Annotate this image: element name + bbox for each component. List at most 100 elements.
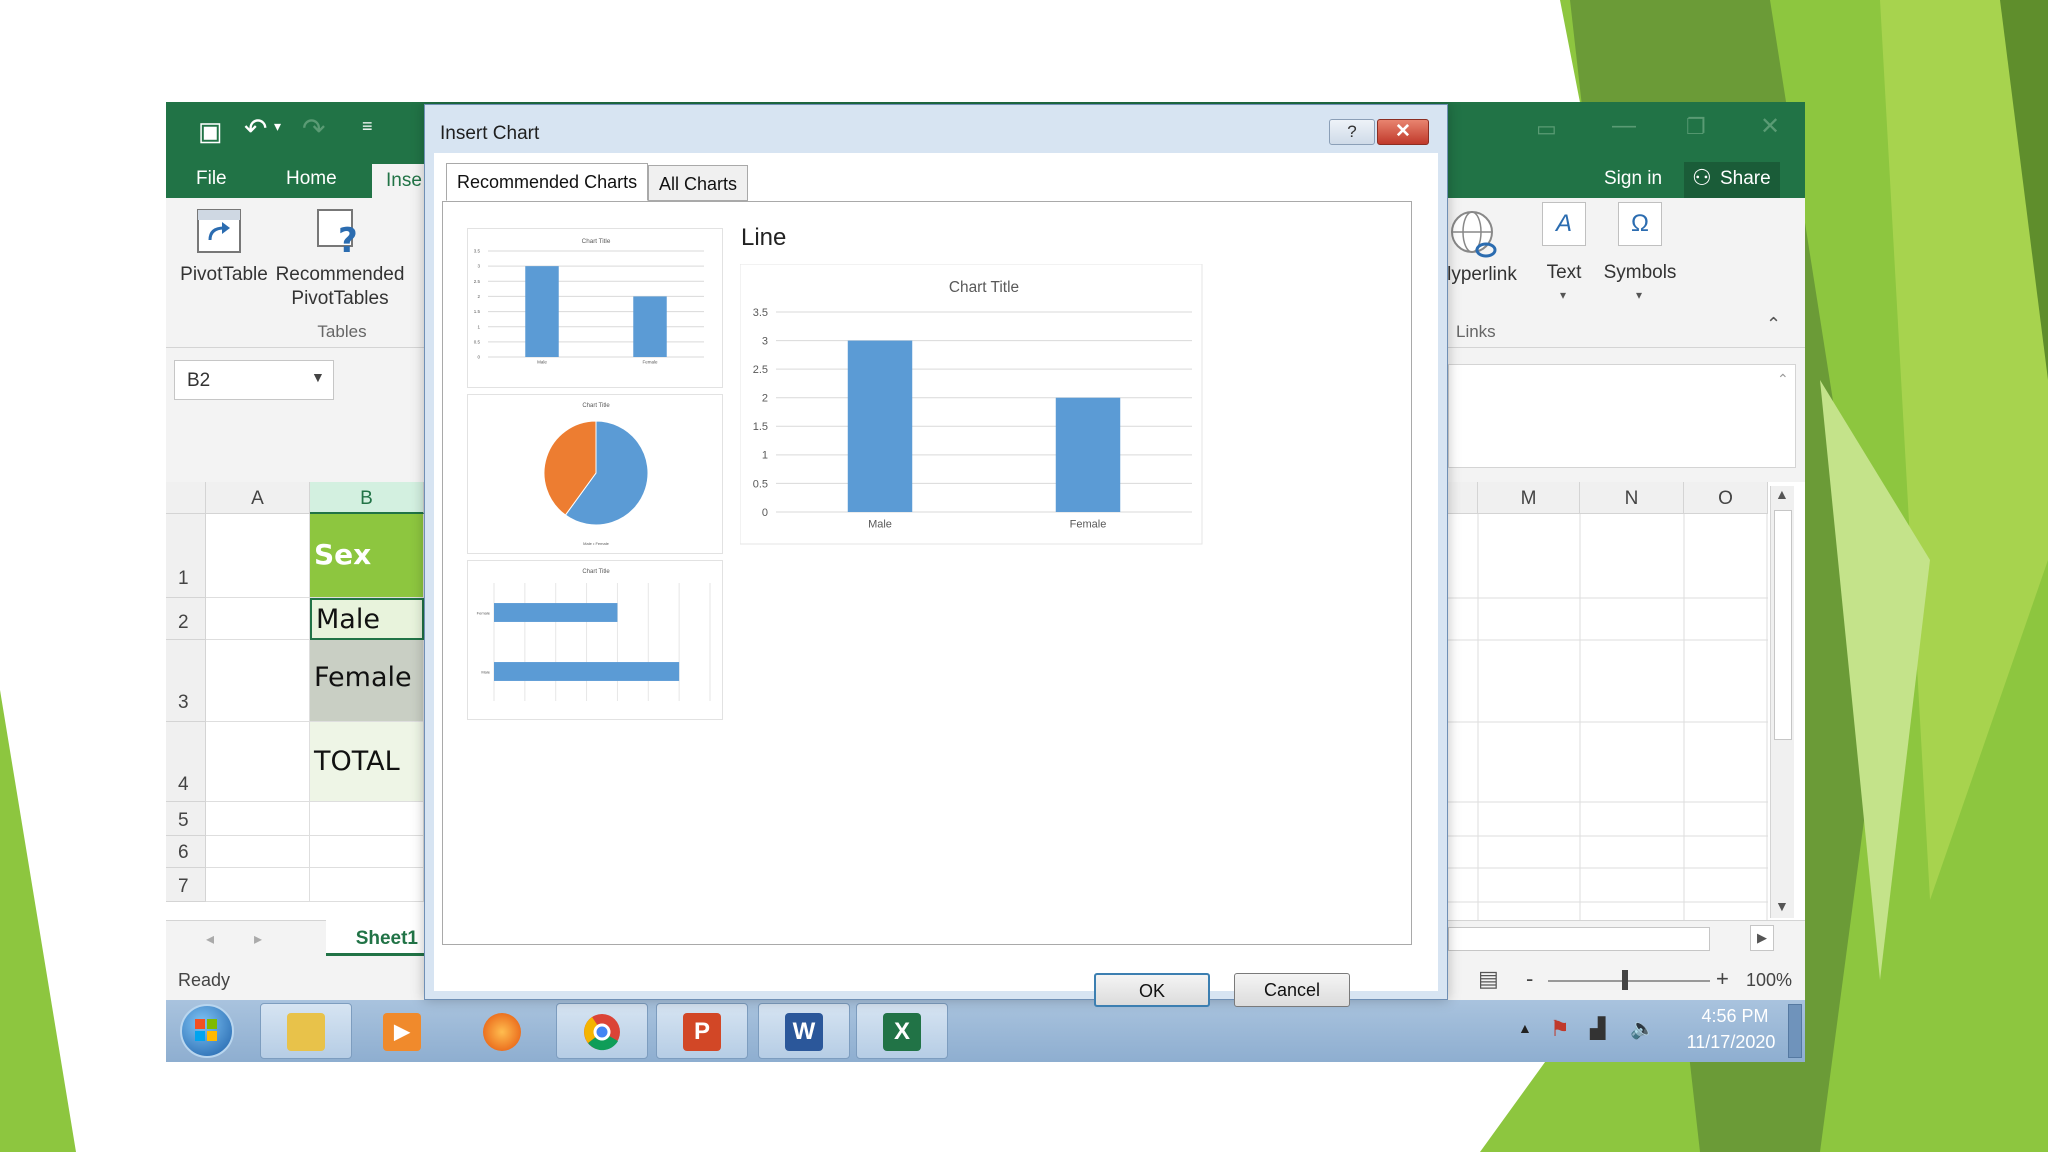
scroll-right-icon[interactable]: ▶	[1750, 925, 1774, 951]
customize-toolbar-icon[interactable]: ≡	[362, 116, 373, 137]
cell-a4[interactable]	[206, 722, 310, 802]
close-window-icon[interactable]: ✕	[1760, 112, 1780, 141]
show-hidden-icons-icon[interactable]: ▲	[1518, 1020, 1532, 1036]
save-icon[interactable]: ▣	[198, 116, 223, 147]
name-box-dropdown-icon[interactable]: ▼	[311, 369, 325, 385]
pivottable-button[interactable]: PivotTable	[176, 264, 272, 286]
cell-a1[interactable]	[206, 514, 310, 598]
preview-chart-type: Line	[741, 224, 787, 251]
clock-time[interactable]: 4:56 PM	[1686, 1006, 1784, 1027]
taskbar-powerpoint[interactable]: P	[656, 1003, 748, 1059]
column-header-b[interactable]: B	[310, 482, 424, 514]
help-icon[interactable]: ?	[1329, 119, 1375, 145]
scroll-down-icon[interactable]: ▼	[1775, 898, 1789, 914]
row-header-6[interactable]: 6	[166, 836, 206, 868]
ribbon-display-icon[interactable]: ▭	[1536, 116, 1557, 142]
cell-b7[interactable]	[310, 868, 424, 902]
cell-a3[interactable]	[206, 640, 310, 722]
firefox-icon	[483, 1013, 521, 1051]
zoom-level[interactable]: 100%	[1746, 970, 1792, 991]
column-header-o[interactable]: O	[1684, 482, 1768, 514]
select-all-corner[interactable]	[166, 482, 206, 514]
minimize-icon[interactable]: —	[1612, 112, 1636, 140]
restore-icon[interactable]: ❐	[1686, 114, 1706, 140]
column-header-n[interactable]: N	[1580, 482, 1684, 514]
row-header-5[interactable]: 5	[166, 802, 206, 836]
zoom-out-button[interactable]: -	[1526, 966, 1533, 992]
scrollbar-thumb[interactable]	[1774, 510, 1792, 740]
close-icon[interactable]: ✕	[1377, 119, 1429, 145]
cell-a5[interactable]	[206, 802, 310, 836]
cell-b6[interactable]	[310, 836, 424, 868]
zoom-slider-thumb[interactable]	[1622, 970, 1628, 990]
powerpoint-icon: P	[683, 1013, 721, 1051]
name-box[interactable]: B2 ▼	[174, 360, 334, 400]
recommended-pivottables-button[interactable]: Recommended PivotTables	[272, 264, 408, 310]
sign-in-link[interactable]: Sign in	[1604, 168, 1662, 190]
hyperlink-button[interactable]: lyperlink	[1442, 264, 1522, 286]
cell-a7[interactable]	[206, 868, 310, 902]
action-center-flag-icon[interactable]: ⚑	[1550, 1016, 1570, 1042]
zoom-in-button[interactable]: +	[1716, 966, 1729, 992]
cell-b4[interactable]: TOTAL	[310, 722, 424, 802]
thumbnail-clustered-bar[interactable]: Chart Title Female Male	[467, 560, 723, 720]
cell-b1[interactable]: Sex	[310, 514, 424, 598]
thumb3-bar	[494, 603, 618, 622]
dialog-body: Recommended Charts All Charts Chart Titl…	[434, 153, 1438, 1007]
zoom-slider-track[interactable]	[1548, 980, 1710, 982]
page-layout-view-icon[interactable]: ▤	[1478, 966, 1499, 992]
cell-b5[interactable]	[310, 802, 424, 836]
taskbar-file-explorer[interactable]	[260, 1003, 352, 1059]
thumb1-ytick-label: 0.5	[474, 339, 481, 344]
row-header-7[interactable]: 7	[166, 868, 206, 902]
cancel-button[interactable]: Cancel	[1234, 973, 1350, 1007]
show-desktop-button[interactable]	[1788, 1004, 1802, 1058]
horizontal-scrollbar[interactable]	[1448, 927, 1710, 951]
thumbnail-clustered-column[interactable]: Chart Title 0 0.5 1 1.5 2 2.5 3 3.5 Male Female	[467, 228, 723, 388]
sheet-prev-icon[interactable]: ◂	[206, 929, 214, 949]
taskbar-word[interactable]: W	[758, 1003, 850, 1059]
taskbar-excel[interactable]: X	[856, 1003, 948, 1059]
taskbar-chrome[interactable]	[556, 1003, 648, 1059]
row-header-3[interactable]: 3	[166, 640, 206, 722]
sheet-tab-sheet1[interactable]: Sheet1	[326, 920, 424, 956]
start-button[interactable]	[180, 1004, 234, 1058]
taskbar-media-player[interactable]: ▶	[356, 1003, 448, 1059]
tab-file[interactable]: File	[196, 168, 227, 190]
column-header-l[interactable]	[1448, 482, 1478, 514]
row-header-2[interactable]: 2	[166, 598, 206, 640]
redo-icon[interactable]: ↷	[302, 112, 325, 145]
recommended-pivottables-icon: ?	[317, 209, 358, 254]
cell-a6[interactable]	[206, 836, 310, 868]
tab-all-charts[interactable]: All Charts	[648, 165, 749, 201]
text-button[interactable]: Text	[1536, 262, 1592, 284]
collapse-ribbon-icon[interactable]: ⌃	[1766, 314, 1781, 335]
tab-recommended-charts[interactable]: Recommended Charts	[446, 163, 649, 201]
formula-input[interactable]: ⌃	[1448, 364, 1796, 468]
formula-collapse-icon[interactable]: ⌃	[1777, 371, 1789, 388]
cell-b3[interactable]: Female	[310, 640, 424, 722]
cell-b2[interactable]: Male	[310, 598, 424, 640]
clock-date[interactable]: 11/17/2020	[1676, 1032, 1786, 1053]
thumbnail-pie[interactable]: Chart Title Male • Female	[467, 394, 723, 554]
vertical-scrollbar[interactable]: ▲ ▼	[1770, 486, 1794, 918]
row-header-4[interactable]: 4	[166, 722, 206, 802]
chrome-icon	[584, 1014, 620, 1051]
row-header-1[interactable]: 1	[166, 514, 206, 598]
scroll-up-icon[interactable]: ▲	[1775, 486, 1789, 502]
network-signal-icon[interactable]: ▟	[1590, 1016, 1605, 1041]
sheet-next-icon[interactable]: ▸	[254, 929, 262, 949]
column-header-m[interactable]: M	[1478, 482, 1580, 514]
cell-a2[interactable]	[206, 598, 310, 640]
symbols-dropdown-icon[interactable]: ▾	[1636, 288, 1642, 302]
undo-icon[interactable]: ↶	[244, 112, 267, 145]
volume-icon[interactable]: 🔈	[1630, 1016, 1655, 1041]
undo-dropdown-icon[interactable]: ▾	[274, 118, 281, 135]
column-header-a[interactable]: A	[206, 482, 310, 514]
symbols-button[interactable]: Symbols	[1598, 262, 1682, 284]
share-button[interactable]: ⚇ Share	[1684, 162, 1780, 198]
tab-home[interactable]: Home	[286, 168, 337, 190]
taskbar-firefox[interactable]	[456, 1003, 548, 1059]
ok-button[interactable]: OK	[1094, 973, 1210, 1007]
text-dropdown-icon[interactable]: ▾	[1560, 288, 1566, 302]
